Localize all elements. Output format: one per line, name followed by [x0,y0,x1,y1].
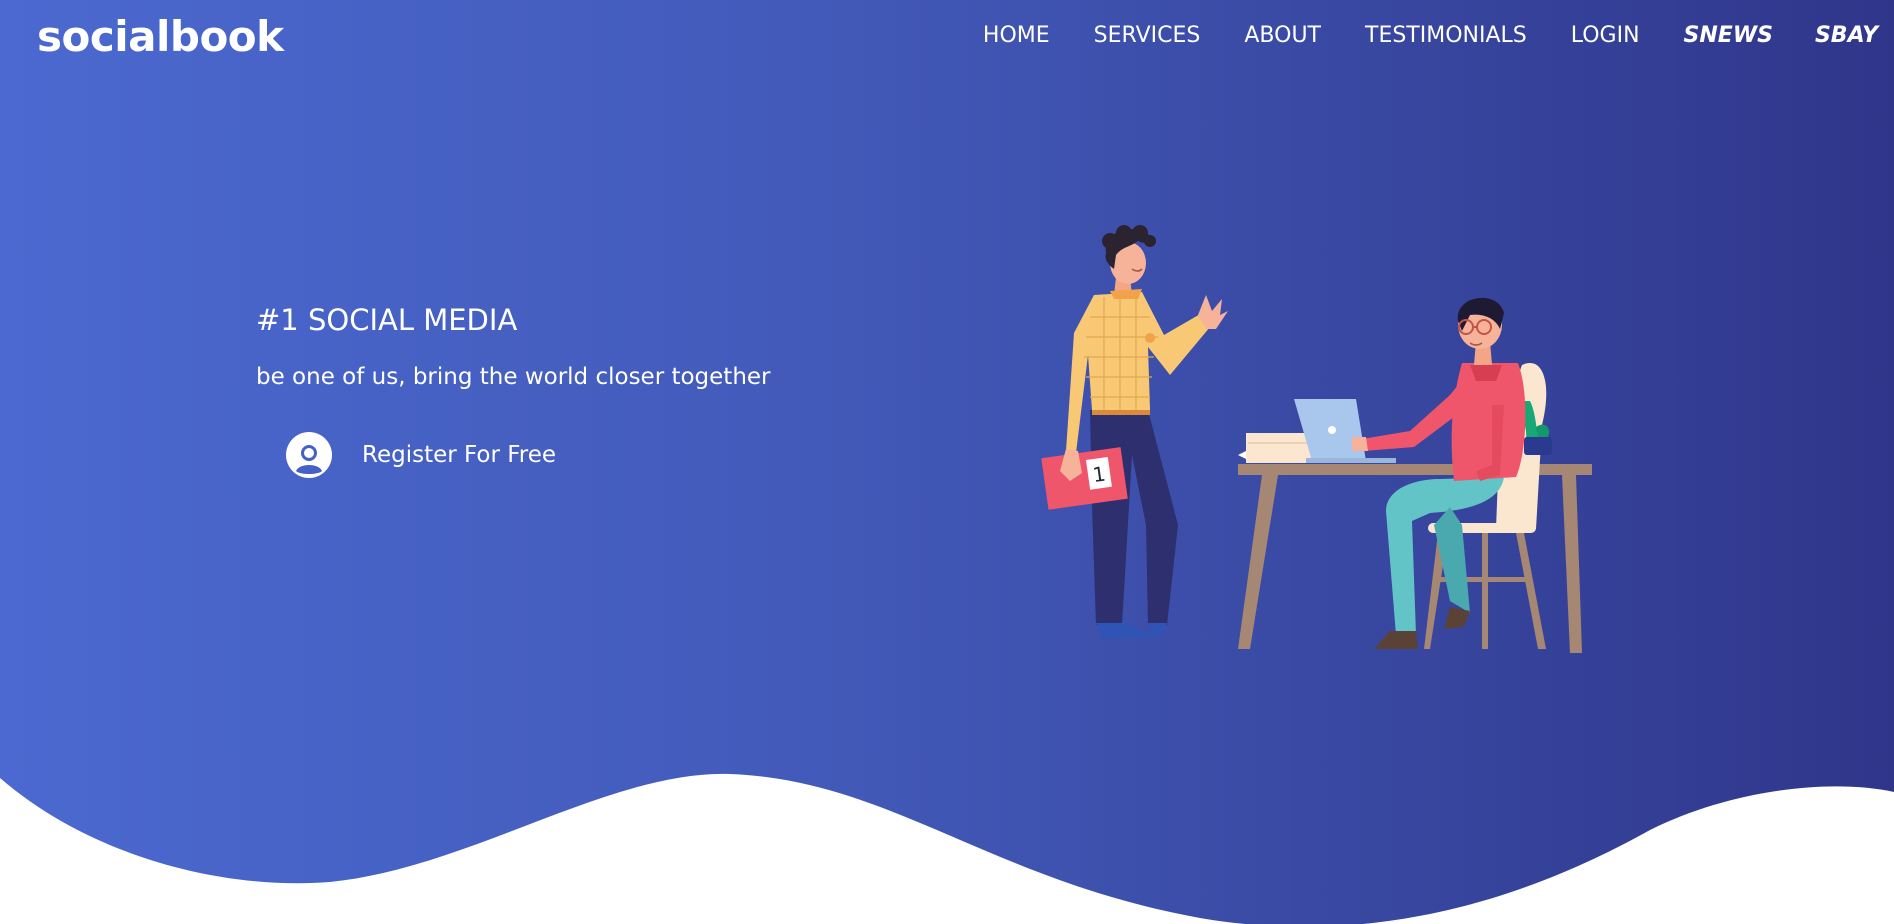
nav-sbay-link[interactable]: SBAY [1815,20,1878,52]
nav-services-link[interactable]: SERVICES [1094,20,1201,52]
main-nav: HOME SERVICES ABOUT TESTIMONIALS LOGIN S… [983,20,1894,52]
hero-section: socialbook HOME SERVICES ABOUT TESTIMONI… [0,0,1894,924]
register-label: Register For Free [362,442,557,468]
standing-man-figure: 1 [1041,225,1228,638]
hero-headline: #1 SOCIAL MEDIA [256,303,518,337]
nav-login-link[interactable]: LOGIN [1571,20,1640,52]
nav-snews-link[interactable]: SNEWS [1684,20,1773,52]
nav-testimonials-link[interactable]: TESTIMONIALS [1365,20,1527,52]
nav-about-link[interactable]: ABOUT [1244,20,1321,52]
top-navbar: socialbook HOME SERVICES ABOUT TESTIMONI… [0,0,1894,80]
register-button[interactable]: Register For Free [286,431,556,479]
nav-home-link[interactable]: HOME [983,20,1050,52]
brand-logo[interactable]: socialbook [37,10,284,64]
user-circle-icon [286,432,332,478]
office-illustration: 1 [1041,225,1592,653]
hero-tagline: be one of us, bring the world closer tog… [256,364,771,390]
